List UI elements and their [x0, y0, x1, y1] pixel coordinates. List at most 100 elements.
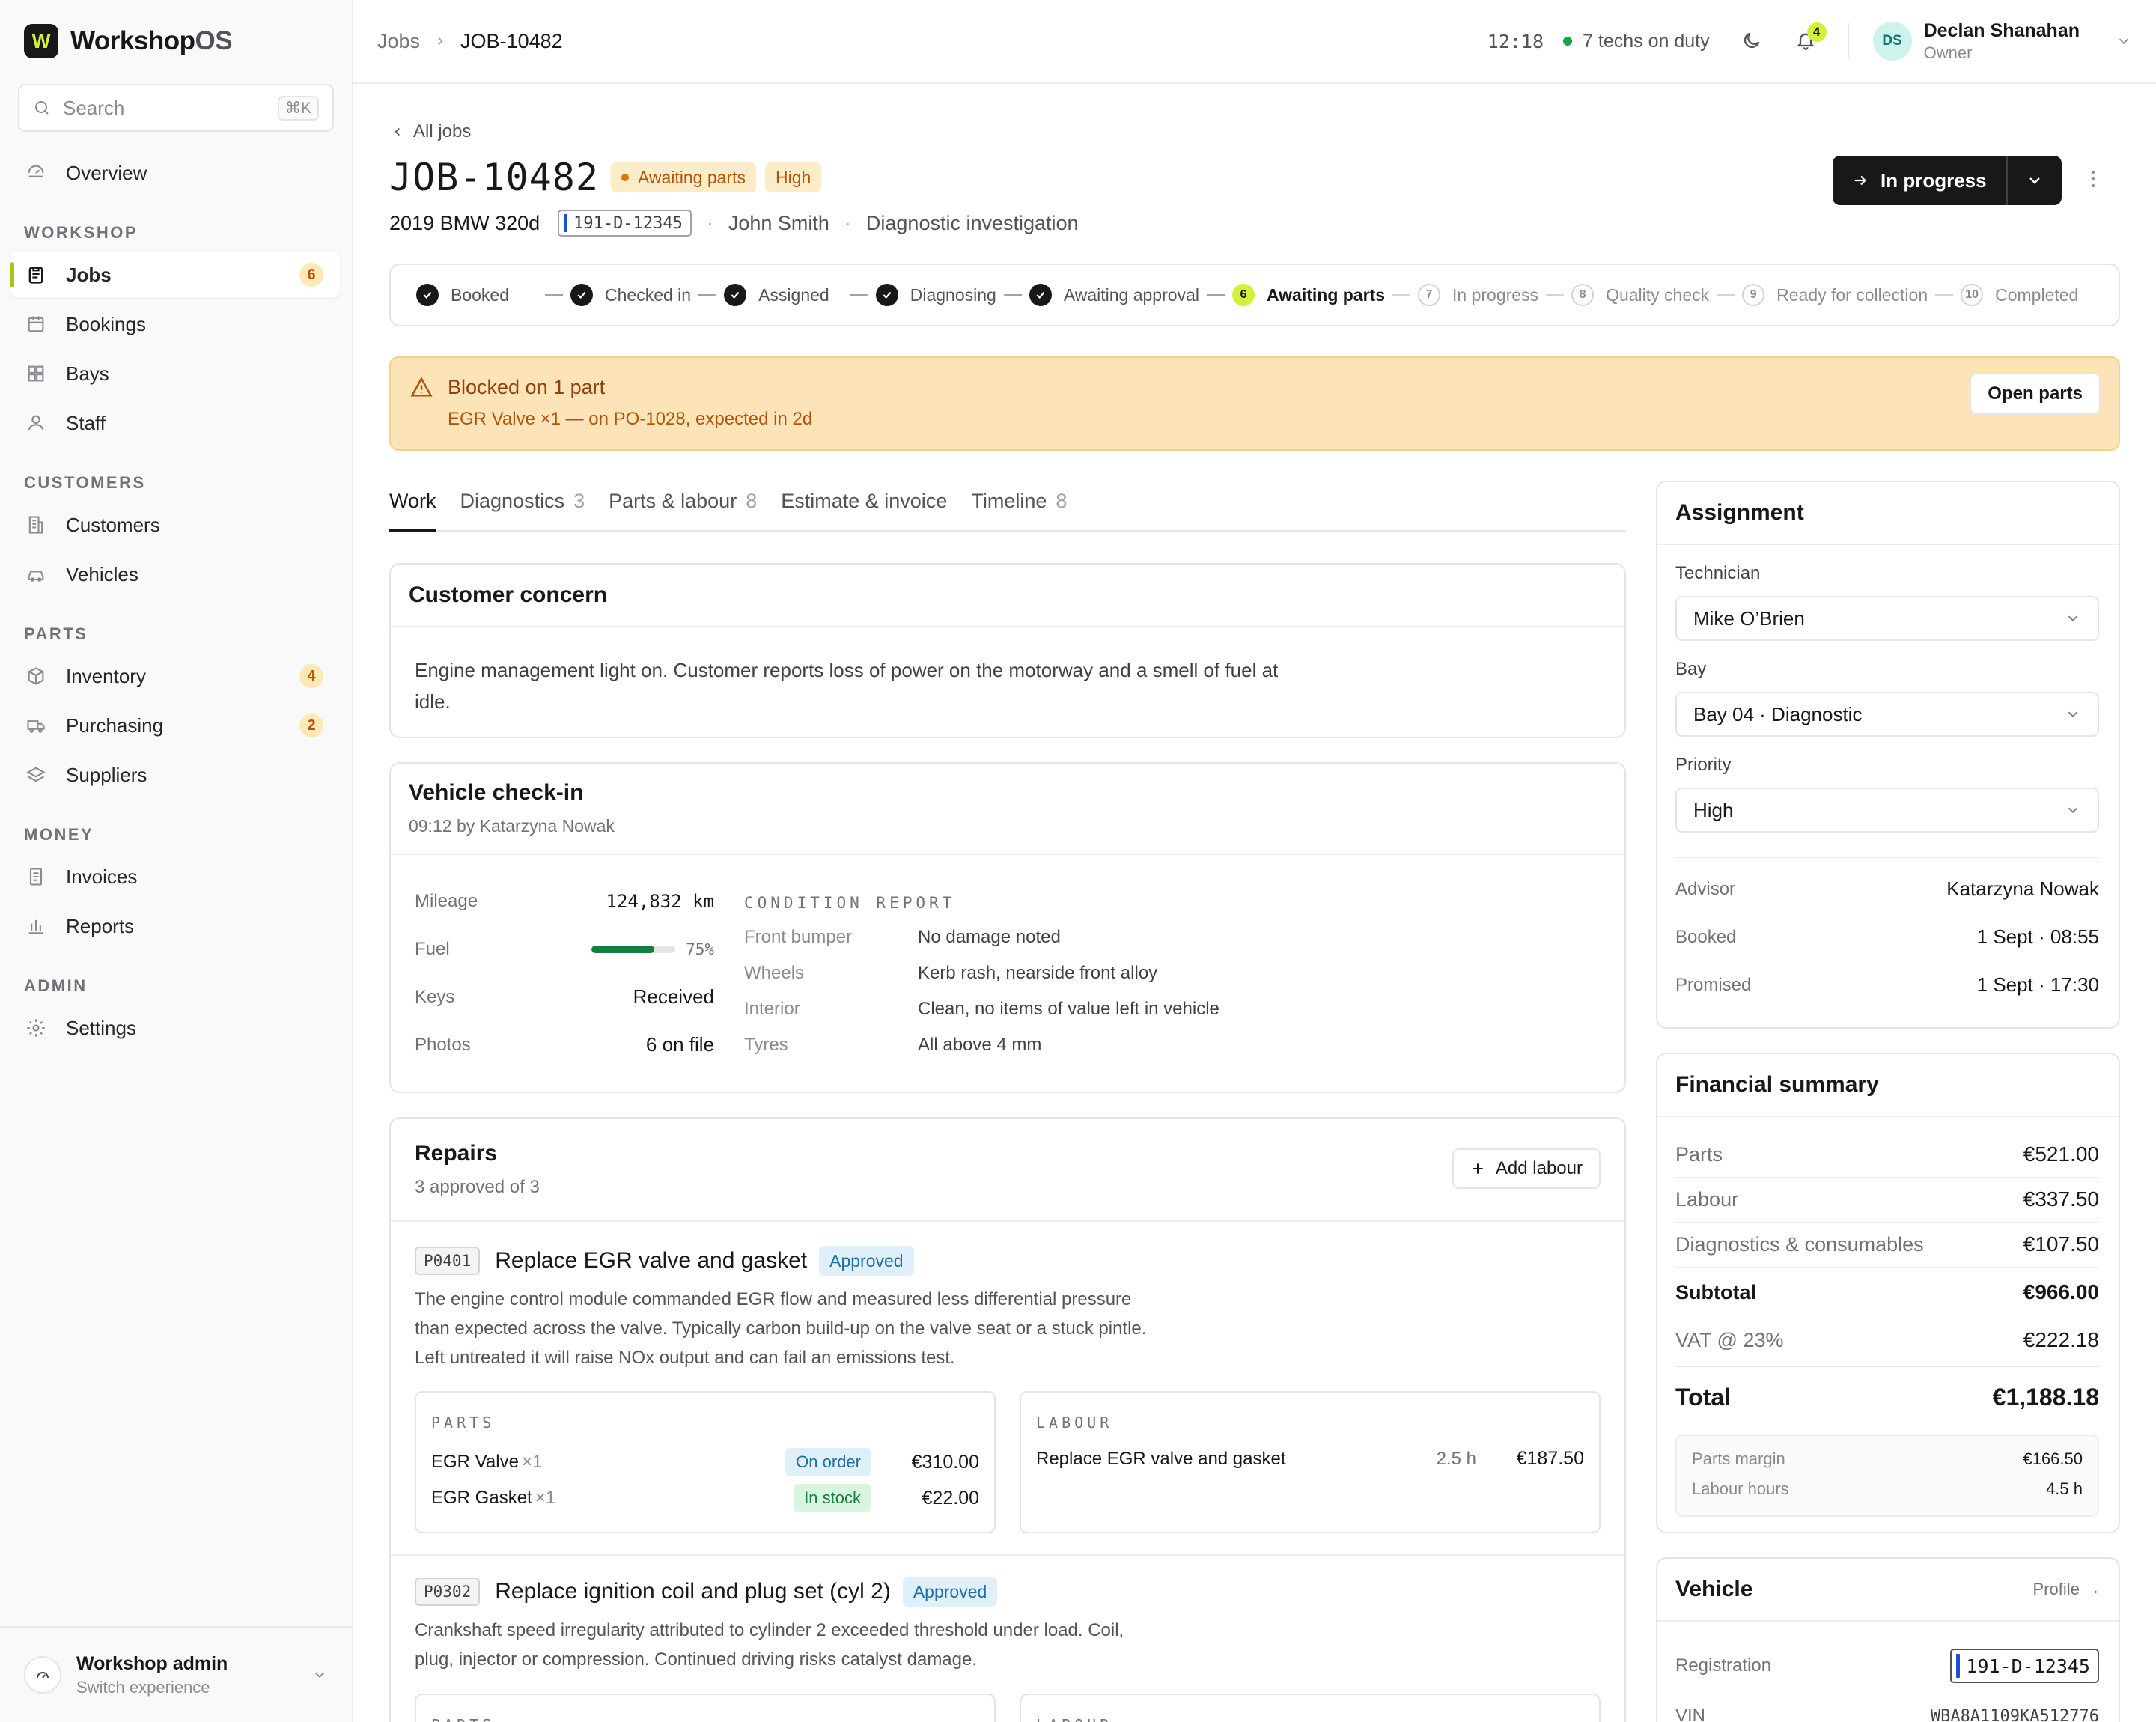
fault-code: P0401 — [415, 1247, 481, 1275]
topbar: Jobs JOB-10482 12:18 7 techs on duty 4 D… — [353, 0, 2156, 84]
nav-section-money: MONEY — [24, 825, 94, 844]
plus-icon — [1473, 1163, 1483, 1174]
moon-icon[interactable] — [1741, 30, 1764, 52]
sidebar-item-suppliers[interactable]: Suppliers — [10, 752, 340, 798]
condition-report-heading: CONDITION REPORT — [744, 894, 956, 912]
app-name: WorkshopOS — [70, 26, 233, 55]
labour-row[interactable]: Replace EGR valve and gasket 2.5 h €187.… — [1036, 1448, 1584, 1470]
search-input[interactable]: Search ⌘K — [18, 84, 334, 132]
breadcrumb-jobs[interactable]: Jobs — [377, 30, 420, 53]
box-icon — [28, 667, 44, 685]
step-in-progress: 7 In progress — [1418, 284, 1538, 306]
sidebar-item-settings[interactable]: Settings — [10, 1005, 340, 1051]
sidebar-item-bookings[interactable]: Bookings — [10, 301, 340, 347]
avatar[interactable]: DS — [1872, 22, 1912, 61]
nav-section-workshop: WORKSHOP — [24, 223, 138, 242]
app-logo[interactable]: W WorkshopOS — [24, 24, 233, 58]
add-labour-button[interactable]: Add labour — [1452, 1148, 1601, 1189]
step-awaiting-approval: Awaiting approval — [1029, 284, 1199, 306]
more-options-icon[interactable] — [2090, 169, 2096, 189]
tab-estimate-invoice[interactable]: Estimate & invoice — [781, 479, 947, 530]
footer-subtitle: Switch experience — [76, 1677, 210, 1697]
approved-badge: Approved — [902, 1577, 998, 1607]
invoice-icon — [29, 868, 43, 886]
back-to-all-jobs[interactable]: All jobs — [391, 121, 471, 142]
divider — [1847, 23, 1849, 59]
status-dropdown-button[interactable] — [2006, 156, 2062, 205]
breadcrumb-current: JOB-10482 — [460, 29, 563, 52]
sidebar-item-reports[interactable]: Reports — [10, 903, 340, 949]
fault-code: P0302 — [415, 1578, 481, 1606]
part-row[interactable]: EGR Valve ×1 On order €310.00 — [431, 1448, 979, 1476]
customer-name[interactable]: John Smith — [728, 212, 829, 235]
tab-parts-labour[interactable]: Parts & labour 8 — [609, 479, 757, 530]
plate-badge: 191-D-12345 — [558, 210, 692, 237]
techs-on-duty: 7 techs on duty — [1563, 31, 1710, 52]
alert-title: Blocked on 1 part — [448, 376, 606, 398]
bay-select[interactable]: Bay 04 · Diagnostic — [1675, 692, 2099, 737]
assignment-card: Assignment Technician Mike O’Brien Bay B… — [1656, 481, 2120, 1029]
chevron-down-icon[interactable] — [2116, 33, 2132, 49]
booked-row: Booked 1 Sept · 08:55 — [1675, 925, 2099, 948]
user-menu[interactable]: Declan Shanahan Owner — [1924, 20, 2080, 63]
chevron-down-icon — [2029, 177, 2040, 184]
sidebar-item-staff[interactable]: Staff — [10, 400, 340, 446]
bar-chart-icon — [28, 919, 43, 934]
photos-row: Photos 6 on file — [415, 1033, 714, 1056]
parts-box: PARTS EGR Valve ×1 On order €310.00 EGR G… — [415, 1391, 996, 1533]
vehicle-profile-link[interactable]: Profile → — [2033, 1580, 2101, 1599]
open-parts-button[interactable]: Open parts — [1970, 373, 2101, 415]
job-title-row: JOB-10482 Awaiting parts High — [389, 156, 822, 199]
status-badge: Awaiting parts — [610, 162, 756, 192]
technician-select[interactable]: Mike O’Brien — [1675, 596, 2099, 641]
check-icon — [724, 284, 747, 306]
sidebar-item-inventory[interactable]: Inventory 4 — [10, 653, 340, 699]
parts-total-row: Parts €521.00 — [1675, 1143, 2099, 1166]
tab-timeline[interactable]: Timeline 8 — [971, 479, 1067, 530]
status-split-button: In progress — [1833, 156, 2062, 205]
check-icon — [875, 284, 898, 306]
total-row: Total €1,188.18 — [1675, 1384, 2099, 1411]
sidebar-item-customers[interactable]: Customers — [10, 502, 340, 548]
calendar-icon — [28, 316, 44, 332]
chevron-down-icon — [2068, 615, 2078, 622]
step-booked: Booked — [416, 284, 509, 306]
sidebar-item-vehicles[interactable]: Vehicles — [10, 551, 340, 597]
status-button[interactable]: In progress — [1833, 169, 2006, 192]
experience-switcher[interactable]: Workshop admin Switch experience — [0, 1626, 352, 1722]
repairs-card: Repairs 3 approved of 3 Add labour P0401… — [389, 1117, 1626, 1722]
part-row[interactable]: EGR Gasket ×1 In stock €22.00 — [431, 1484, 979, 1512]
customer-concern-card: Customer concern Engine management light… — [389, 563, 1626, 738]
labour-box: LABOUR — [1020, 1694, 1601, 1722]
subtotal-row: Subtotal €966.00 — [1675, 1280, 2099, 1303]
sidebar-item-overview[interactable]: Overview — [10, 150, 340, 196]
sidebar-item-bays[interactable]: Bays — [10, 350, 340, 397]
tab-work[interactable]: Work — [389, 479, 436, 532]
vehicle-name: 2019 BMW 320d — [389, 211, 540, 234]
mileage-row: Mileage 124,832 km — [415, 891, 714, 912]
margin-box: Parts margin €166.50 Labour hours 4.5 h — [1675, 1435, 2099, 1517]
concern-text: Engine management light on. Customer rep… — [415, 659, 1279, 713]
keys-row: Keys Received — [415, 985, 714, 1008]
status-dot — [1563, 37, 1573, 46]
purchasing-count-badge: 2 — [299, 714, 323, 737]
nav-section-admin: ADMIN — [24, 976, 88, 995]
tab-diagnostics[interactable]: Diagnostics 3 — [460, 479, 585, 530]
sidebar-item-purchasing[interactable]: Purchasing 2 — [10, 702, 340, 749]
bell-icon[interactable]: 4 — [1795, 22, 1827, 52]
priority-badge: High — [764, 162, 822, 192]
chevron-left-icon — [395, 127, 400, 136]
card-title: Financial summary — [1657, 1054, 2119, 1117]
diagnostics-total-row: Diagnostics & consumables €107.50 — [1675, 1232, 2099, 1256]
sidebar-item-jobs[interactable]: Jobs 6 — [10, 252, 340, 298]
registration-row: Registration 191-D-12345 — [1675, 1649, 2099, 1683]
sidebar-item-invoices[interactable]: Invoices — [10, 854, 340, 900]
vat-row: VAT @ 23% €222.18 — [1675, 1328, 2099, 1351]
repair-description: Crankshaft speed irregularity attributed… — [415, 1620, 1124, 1670]
chevron-down-icon — [314, 1672, 325, 1679]
labour-total-row: Labour €337.50 — [1675, 1187, 2099, 1211]
page-title: JOB-10482 — [389, 156, 599, 199]
step-assigned: Assigned — [724, 284, 829, 306]
priority-select[interactable]: High — [1675, 788, 2099, 833]
card-title: Assignment — [1657, 482, 2119, 545]
